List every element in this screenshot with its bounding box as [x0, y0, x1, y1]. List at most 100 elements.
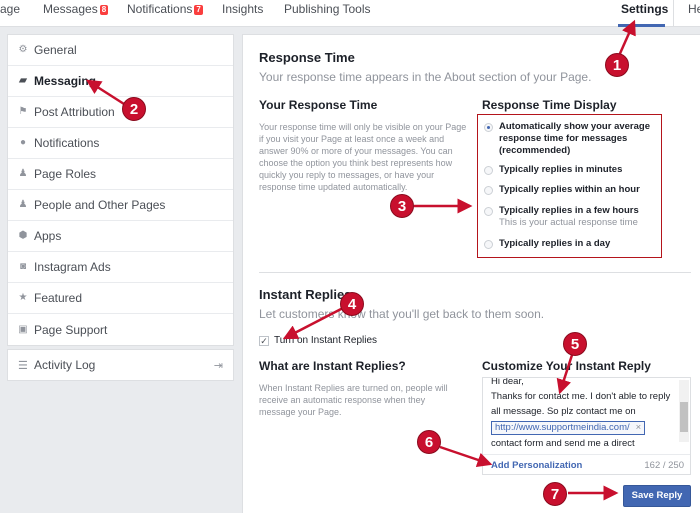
instant-reply-textarea[interactable]: Hi dear, Thanks for contact me. I don't … — [482, 377, 691, 475]
annotation-marker-3: 3 — [390, 194, 414, 218]
checkbox-checked[interactable]: ✓ — [259, 335, 269, 346]
character-count: 162 / 250 — [644, 460, 684, 471]
radio-day[interactable]: Typically replies in a day — [484, 238, 610, 250]
sidebar-item-notifications[interactable]: ● Notifications — [8, 128, 233, 159]
sidebar-item-label: Page Support — [34, 322, 108, 337]
reply-footer: Add Personalization 162 / 250 — [483, 454, 690, 474]
cube-icon: ⬢ — [18, 230, 28, 241]
people-icon: ♟ — [18, 199, 28, 210]
reply-text-viewport: Hi dear, Thanks for contact me. I don't … — [483, 378, 690, 455]
your-response-time-description: Your response time will only be visible … — [259, 122, 467, 192]
sidebar-item-featured[interactable]: ★ Featured — [8, 283, 233, 314]
instant-replies-title: Instant Replies — [259, 287, 352, 302]
chat-bubbles-icon: ▰ — [19, 75, 27, 86]
reply-text[interactable]: Hi dear, Thanks for contact me. I don't … — [491, 378, 676, 455]
globe-icon: ● — [19, 137, 27, 148]
save-reply-button[interactable]: Save Reply — [623, 485, 691, 507]
sidebar-item-label: Apps — [34, 229, 62, 243]
annotation-marker-1: 1 — [605, 53, 629, 77]
sidebar-item-label: Messaging — [34, 74, 97, 88]
page-top-nav: age Messages 8 Notifications 7 Insights Pu… — [0, 0, 700, 27]
response-time-title: Response Time — [259, 50, 355, 65]
radio-button-selected[interactable] — [484, 123, 493, 132]
sidebar-item-page-support[interactable]: ▣ Page Support — [8, 314, 233, 345]
annotation-marker-2: 2 — [122, 97, 146, 121]
reply-line: Thanks for contact me. I don't able to r… — [491, 391, 671, 417]
messaging-settings-panel: Response Time Your response time appears… — [242, 34, 700, 513]
annotation-marker-4: 4 — [340, 292, 364, 316]
sidebar-item-post-attribution[interactable]: ⚑ Post Attribution — [8, 97, 233, 128]
instant-replies-checkbox[interactable]: ✓ Turn on Instant Replies — [259, 335, 377, 346]
open-external-icon: ⇥ — [213, 360, 223, 372]
radio-label: Typically replies in a few hours This is … — [499, 205, 639, 229]
sidebar-item-label: Notifications — [34, 136, 100, 150]
messages-badge: 8 — [99, 5, 109, 15]
sidebar-item-people-and-other-pages[interactable]: ♟ People and Other Pages — [8, 190, 233, 221]
textarea-scrollbar[interactable] — [679, 380, 689, 442]
radio-label: Typically replies in minutes — [499, 164, 623, 175]
response-time-display-heading: Response Time Display — [482, 98, 617, 112]
radio-button[interactable] — [484, 240, 493, 249]
remove-token-icon[interactable]: × — [636, 422, 642, 433]
your-response-time-heading: Your Response Time — [259, 98, 378, 112]
radio-label: Automatically show your average response… — [499, 121, 650, 156]
reply-line: Hi dear, — [491, 378, 524, 387]
tab-messages[interactable]: Messages 8 — [43, 2, 109, 16]
what-are-instant-replies-description: When Instant Replies are turned on, peop… — [259, 383, 448, 417]
sidebar-item-label: Featured — [34, 291, 83, 305]
annotation-marker-7: 7 — [543, 482, 567, 506]
flag-icon: ⚑ — [18, 106, 28, 117]
gear-icon: ⚙ — [18, 44, 28, 55]
radio-button[interactable] — [484, 166, 493, 175]
what-are-instant-replies-heading: What are Instant Replies? — [259, 359, 406, 373]
instant-replies-subtitle: Let customers know that you'll get back … — [259, 307, 545, 321]
sidebar-item-label: People and Other Pages — [34, 198, 166, 212]
radio-button[interactable] — [484, 207, 493, 216]
tab-publishing-tools[interactable]: Publishing Tools — [284, 2, 371, 16]
instagram-icon: ◙ — [19, 261, 27, 272]
radio-button[interactable] — [484, 186, 493, 195]
radio-minutes[interactable]: Typically replies in minutes — [484, 164, 622, 176]
radio-few-hours[interactable]: Typically replies in a few hours This is … — [484, 205, 639, 229]
radio-label-text: Typically replies in a few hours — [499, 205, 639, 216]
sidebar-item-general[interactable]: ⚙ General — [8, 35, 233, 66]
tab-home[interactable]: age — [0, 2, 20, 16]
tab-notifications-label: Notifications — [127, 2, 193, 16]
nav-divider — [673, 0, 674, 27]
reply-line: contact form and send me a direct messag… — [491, 438, 635, 455]
sidebar-item-instagram-ads[interactable]: ◙ Instagram Ads — [8, 252, 233, 283]
radio-label: Typically replies within an hour — [499, 184, 640, 195]
sidebar-item-messaging[interactable]: ▰ Messaging — [8, 66, 233, 97]
sidebar-item-label: Post Attribution — [34, 105, 115, 119]
sidebar-item-label: General — [34, 43, 77, 57]
add-personalization-link[interactable]: Add Personalization — [491, 460, 582, 471]
sidebar-item-activity-log[interactable]: ☰ Activity Log ⇥ — [7, 349, 234, 381]
radio-within-hour[interactable]: Typically replies within an hour — [484, 184, 640, 196]
radio-automatic[interactable]: Automatically show your average response… — [484, 121, 654, 157]
list-icon: ☰ — [18, 359, 28, 372]
tab-notifications[interactable]: Notifications 7 — [127, 2, 203, 16]
tab-settings[interactable]: Settings — [621, 2, 668, 16]
link-token-text: http://www.supportmeindia.com/ — [495, 422, 630, 433]
radio-note: This is your actual response time — [499, 217, 638, 228]
annotation-marker-5: 5 — [563, 332, 587, 356]
response-time-options: Automatically show your average response… — [477, 114, 662, 258]
tab-help[interactable]: He — [688, 2, 700, 16]
tab-messages-label: Messages — [43, 2, 98, 16]
sidebar-item-label: Page Roles — [34, 167, 97, 181]
checkbox-label: Turn on Instant Replies — [274, 335, 378, 346]
scrollbar-thumb[interactable] — [680, 402, 688, 432]
sidebar-item-label: Activity Log — [34, 358, 96, 372]
facebook-icon: ▣ — [18, 323, 28, 335]
tab-insights[interactable]: Insights — [222, 2, 263, 16]
link-token[interactable]: http://www.supportmeindia.com/ × — [491, 421, 646, 435]
sidebar-item-apps[interactable]: ⬢ Apps — [8, 221, 233, 252]
customize-instant-reply-heading: Customize Your Instant Reply — [482, 359, 651, 373]
sidebar-item-label: Instagram Ads — [34, 260, 111, 274]
person-icon: ♟ — [18, 168, 28, 179]
star-icon: ★ — [18, 292, 28, 303]
active-tab-indicator — [618, 24, 665, 27]
sidebar-item-page-roles[interactable]: ♟ Page Roles — [8, 159, 233, 190]
notifications-badge: 7 — [194, 5, 203, 15]
settings-sidebar: ⚙ General ▰ Messaging ⚑ Post Attribution ● N… — [7, 34, 234, 346]
